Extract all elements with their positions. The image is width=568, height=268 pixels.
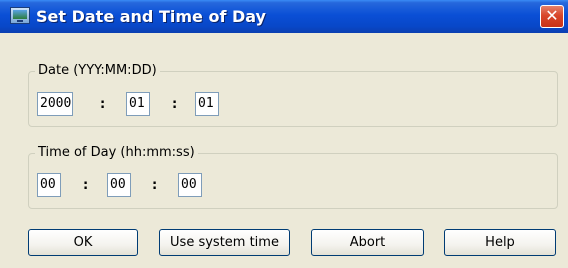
abort-button[interactable]: Abort bbox=[311, 229, 424, 256]
year-field[interactable]: 2000 bbox=[37, 92, 73, 116]
date-legend: Date (YYY:MM:DD) bbox=[35, 63, 160, 78]
seconds-field[interactable]: 00 bbox=[178, 173, 202, 197]
date-separator: : bbox=[172, 97, 178, 112]
app-monitor-icon bbox=[10, 7, 30, 24]
close-button[interactable]: ✕ bbox=[540, 5, 564, 28]
date-separator: : bbox=[100, 97, 106, 112]
month-field[interactable]: 01 bbox=[126, 92, 150, 116]
hours-field[interactable]: 00 bbox=[37, 173, 61, 197]
time-separator: : bbox=[83, 178, 89, 193]
title-bar[interactable]: Set Date and Time of Day ✕ bbox=[0, 0, 568, 33]
ok-button[interactable]: OK bbox=[28, 229, 138, 256]
time-separator: : bbox=[152, 178, 158, 193]
window-title: Set Date and Time of Day bbox=[36, 7, 266, 26]
minutes-field[interactable]: 00 bbox=[107, 173, 131, 197]
help-button[interactable]: Help bbox=[444, 229, 556, 256]
time-legend: Time of Day (hh:mm:ss) bbox=[35, 145, 198, 160]
day-field[interactable]: 01 bbox=[195, 92, 219, 116]
use-system-time-button[interactable]: Use system time bbox=[159, 229, 290, 256]
date-group: Date (YYY:MM:DD) bbox=[28, 63, 558, 127]
